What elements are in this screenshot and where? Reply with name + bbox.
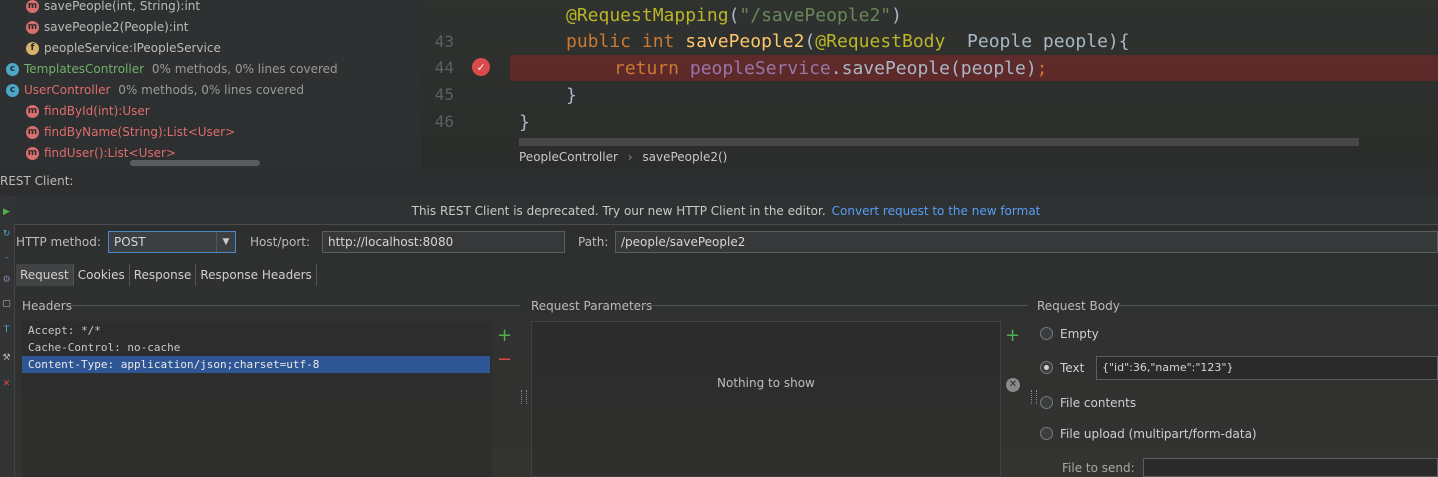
body-text-label: Text — [1060, 361, 1085, 375]
line-number: 45 — [434, 85, 454, 104]
method-icon: m — [26, 147, 39, 160]
body-empty-label: Empty — [1060, 327, 1099, 341]
convert-request-link[interactable]: Convert request to the new format — [832, 204, 1041, 218]
tab-request[interactable]: Request — [16, 264, 74, 286]
remove-header-button[interactable]: − — [497, 351, 512, 369]
headers-list[interactable]: Accept: */* Cache-Control: no-cache Cont… — [22, 321, 492, 477]
wrench-icon[interactable]: ⚒ — [2, 354, 11, 363]
divider — [1118, 305, 1438, 306]
settings-icon[interactable]: ⚙ — [2, 276, 11, 285]
request-tabs: Request Cookies Response Response Headers — [16, 264, 317, 286]
export-icon[interactable]: – — [2, 254, 11, 263]
notice-message: This REST Client is deprecated. Try our … — [411, 204, 826, 218]
tree-item-peopleservice[interactable]: f peopleService:IPeopleService — [26, 38, 221, 58]
class-icon: c — [6, 84, 19, 97]
deprecation-notice: This REST Client is deprecated. Try our … — [14, 198, 1438, 225]
body-title: Request Body — [1037, 299, 1120, 313]
params-list[interactable] — [531, 321, 1001, 477]
splitter-handle[interactable] — [521, 390, 527, 404]
line-number: 44 — [434, 58, 454, 77]
tree-item-savepeople[interactable]: m savePeople(int, String):int — [26, 0, 200, 16]
http-method-select[interactable]: POST ▼ — [108, 231, 236, 253]
path-input[interactable]: /people/savePeople2 — [615, 231, 1438, 253]
host-input[interactable]: http://localhost:8080 — [322, 231, 565, 253]
divider — [640, 305, 1028, 306]
editor-horizontal-scrollbar[interactable] — [519, 138, 1359, 146]
tab-response[interactable]: Response — [130, 264, 197, 286]
code-line-return: return peopleService.savePeople(people); — [614, 58, 1048, 79]
code-editor[interactable]: 43 44 45 46 ✓ @RequestMapping("/savePeop… — [422, 0, 1438, 170]
breadcrumb-method[interactable]: savePeople2() — [642, 150, 727, 164]
document-icon[interactable]: ▢ — [2, 300, 11, 309]
tree-item-templatescontroller[interactable]: c TemplatesController 0% methods, 0% line… — [6, 59, 338, 79]
body-file-contents-radio[interactable] — [1040, 396, 1053, 409]
panel-title: REST Client: — [0, 174, 74, 188]
http-method-label: HTTP method: — [16, 235, 101, 249]
breadcrumb-class[interactable]: PeopleController — [519, 150, 618, 164]
host-label: Host/port: — [250, 235, 311, 249]
header-item-selected[interactable]: Content-Type: application/json;charset=u… — [22, 356, 490, 373]
body-text-input[interactable]: {"id":36,"name":"123"} — [1096, 356, 1438, 380]
pin-icon[interactable]: T — [2, 326, 11, 335]
tool-sidebar: ▶ ↻ – ⚙ ▢ T ⚒ ✕ — [0, 196, 15, 477]
line-number: 43 — [434, 32, 454, 51]
params-title: Request Parameters — [531, 299, 653, 313]
tab-response-headers[interactable]: Response Headers — [196, 264, 317, 286]
method-icon: m — [26, 0, 39, 13]
header-item[interactable]: Accept: */* — [22, 322, 490, 339]
code-line-signature: public int savePeople2(@RequestBody Peop… — [566, 31, 1130, 52]
code-line-close-brace: } — [519, 112, 530, 133]
tree-item-findbyid[interactable]: m findById(int):User — [26, 101, 150, 121]
body-text-radio[interactable] — [1040, 361, 1053, 374]
file-to-send-input[interactable] — [1143, 458, 1438, 477]
splitter-handle[interactable] — [1031, 390, 1037, 404]
method-icon: m — [26, 105, 39, 118]
divider — [70, 305, 520, 306]
code-line-close-brace: } — [566, 85, 577, 106]
field-icon: f — [26, 42, 39, 55]
class-icon: c — [6, 63, 19, 76]
header-item[interactable]: Cache-Control: no-cache — [22, 339, 490, 356]
method-icon: m — [26, 21, 39, 34]
clear-params-icon[interactable]: ✕ — [1006, 378, 1020, 392]
run-icon[interactable]: ▶ — [2, 208, 11, 217]
headers-title: Headers — [22, 299, 72, 313]
chevron-right-icon: › — [627, 150, 633, 164]
tree-item-findbyname[interactable]: m findByName(String):List<User> — [26, 122, 235, 142]
method-icon: m — [26, 126, 39, 139]
chevron-down-icon: ▼ — [216, 232, 235, 252]
tree-item-savepeople2[interactable]: m savePeople2(People):int — [26, 17, 189, 37]
body-file-contents-label: File contents — [1060, 396, 1137, 410]
file-to-send-label: File to send: — [1062, 461, 1135, 475]
tree-item-usercontroller[interactable]: c UserController 0% methods, 0% lines cov… — [6, 80, 304, 100]
path-label: Path: — [578, 235, 609, 249]
breadcrumb: PeopleController › savePeople2() — [519, 150, 727, 164]
body-empty-radio[interactable] — [1040, 327, 1053, 340]
add-param-button[interactable]: + — [1005, 327, 1020, 345]
refresh-icon[interactable]: ↻ — [2, 230, 11, 239]
tab-cookies[interactable]: Cookies — [74, 264, 130, 286]
breakpoint-icon[interactable]: ✓ — [472, 58, 490, 76]
line-number: 46 — [434, 112, 454, 131]
close-icon[interactable]: ✕ — [2, 380, 11, 389]
add-header-button[interactable]: + — [497, 327, 512, 345]
body-file-upload-label: File upload (multipart/form-data) — [1060, 427, 1257, 441]
params-empty-text: Nothing to show — [717, 376, 815, 390]
horizontal-scrollbar[interactable] — [130, 160, 260, 166]
body-file-upload-radio[interactable] — [1040, 427, 1053, 440]
code-line-annotation: @RequestMapping("/savePeople2") — [566, 5, 902, 26]
structure-tree: m savePeople(int, String):int m savePeople… — [0, 0, 422, 170]
